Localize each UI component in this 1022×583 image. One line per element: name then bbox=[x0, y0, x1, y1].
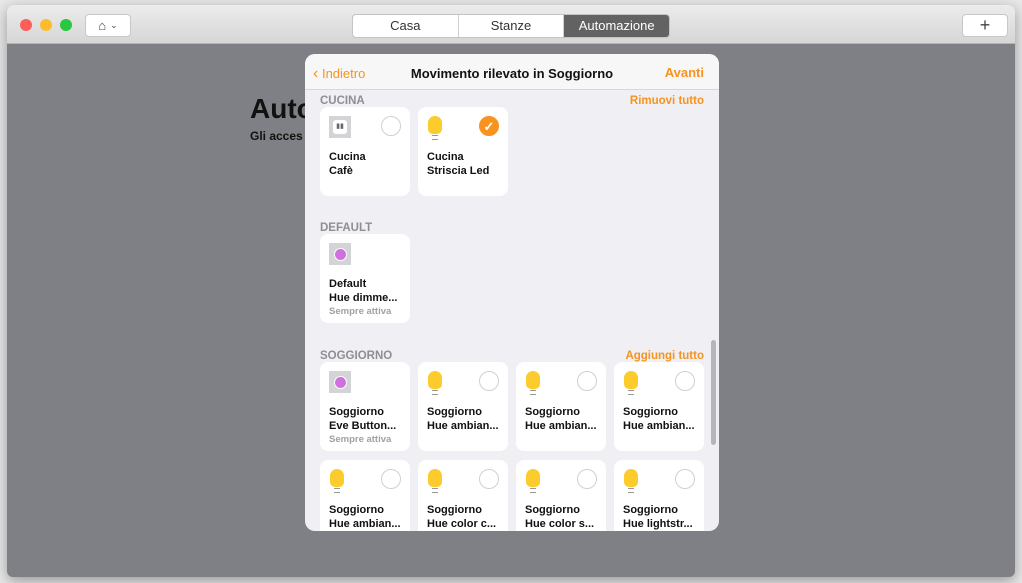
tile-name: Striscia Led bbox=[427, 165, 490, 177]
checkmark-empty-icon[interactable] bbox=[577, 371, 597, 391]
tile-room: Default bbox=[329, 278, 367, 290]
tile-room: Cucina bbox=[427, 151, 464, 163]
tile-name: Hue ambian... bbox=[525, 420, 597, 432]
section-label: SOGGIORNO bbox=[320, 350, 393, 362]
bulb-icon bbox=[329, 469, 353, 493]
accessory-tile[interactable]: Soggiorno Hue ambian... bbox=[614, 362, 704, 451]
bulb-icon bbox=[525, 469, 549, 493]
automation-dialog: ‹ Indietro Movimento rilevato in Soggior… bbox=[305, 54, 719, 531]
tab-casa[interactable]: Casa bbox=[353, 15, 459, 37]
dialog-header: ‹ Indietro Movimento rilevato in Soggior… bbox=[305, 54, 719, 90]
checkmark-empty-icon[interactable] bbox=[675, 469, 695, 489]
tab-automazione[interactable]: Automazione bbox=[564, 15, 669, 37]
checkmark-empty-icon[interactable] bbox=[381, 116, 401, 136]
tile-name: Hue color s... bbox=[525, 518, 595, 530]
checkmark-empty-icon[interactable] bbox=[675, 371, 695, 391]
accessory-tile[interactable]: Soggiorno Hue ambian... bbox=[418, 362, 508, 451]
home-app-window: ⌂ ⌄ Casa Stanze Automazione + Auto Gli ac… bbox=[7, 5, 1015, 577]
tile-name: Cafè bbox=[329, 165, 353, 177]
bulb-icon bbox=[427, 371, 451, 395]
chevron-down-icon: ⌄ bbox=[110, 20, 118, 30]
checkmark-selected-icon[interactable]: ✓ bbox=[479, 116, 499, 136]
tab-control: Casa Stanze Automazione bbox=[352, 14, 670, 38]
tile-room: Soggiorno bbox=[525, 504, 580, 516]
home-menu-button[interactable]: ⌂ ⌄ bbox=[85, 14, 131, 37]
tile-name: Hue dimme... bbox=[329, 292, 398, 304]
page-subtitle: Gli acces bbox=[250, 129, 303, 143]
accessory-tile[interactable]: Soggiorno Hue lightstr... bbox=[614, 460, 704, 531]
tile-name: Hue ambian... bbox=[427, 420, 499, 432]
bulb-icon bbox=[623, 371, 647, 395]
scrollbar[interactable] bbox=[711, 340, 716, 445]
section-label: DEFAULT bbox=[320, 222, 373, 234]
close-button[interactable] bbox=[20, 19, 32, 31]
accessory-tile[interactable]: ✓ Cucina Striscia Led bbox=[418, 107, 508, 196]
tile-room: Soggiorno bbox=[427, 406, 482, 418]
checkmark-empty-icon[interactable] bbox=[577, 469, 597, 489]
tile-room: Soggiorno bbox=[525, 406, 580, 418]
bulb-icon bbox=[525, 371, 549, 395]
accessory-tile[interactable]: ▮▮ Cucina Cafè bbox=[320, 107, 410, 196]
tile-name: Eve Button... bbox=[329, 420, 397, 432]
section-label: CUCINA bbox=[320, 95, 365, 107]
tile-room: Soggiorno bbox=[623, 504, 678, 516]
accessory-tile[interactable]: Default Hue dimme... Sempre attiva bbox=[320, 234, 410, 323]
checkmark-empty-icon[interactable] bbox=[381, 469, 401, 489]
checkmark-empty-icon[interactable] bbox=[479, 469, 499, 489]
tile-room: Cucina bbox=[329, 151, 366, 163]
tile-status: Sempre attiva bbox=[329, 434, 392, 445]
tile-status: Sempre attiva bbox=[329, 306, 392, 317]
accessory-tile[interactable]: Soggiorno Hue ambian... bbox=[320, 460, 410, 531]
bulb-icon bbox=[427, 469, 451, 493]
tab-stanze[interactable]: Stanze bbox=[459, 15, 565, 37]
accessory-tile[interactable]: Soggiorno Hue color c... bbox=[418, 460, 508, 531]
next-button[interactable]: Avanti bbox=[665, 65, 704, 80]
tile-room: Soggiorno bbox=[623, 406, 678, 418]
add-button[interactable]: + bbox=[962, 14, 1008, 37]
tile-name: Hue ambian... bbox=[623, 420, 695, 432]
tile-room: Soggiorno bbox=[329, 504, 384, 516]
section-action-button[interactable]: Aggiungi tutto bbox=[625, 350, 704, 362]
tile-room: Soggiorno bbox=[427, 504, 482, 516]
outlet-icon: ▮▮ bbox=[329, 116, 353, 140]
tile-name: Hue color c... bbox=[427, 518, 497, 530]
accessory-tile[interactable]: Soggiorno Hue color s... bbox=[516, 460, 606, 531]
tile-room: Soggiorno bbox=[329, 406, 384, 418]
tile-name: Hue ambian... bbox=[329, 518, 401, 530]
dialog-title: Movimento rilevato in Soggiorno bbox=[410, 66, 614, 81]
section-action-button[interactable]: Rimuovi tutto bbox=[630, 95, 704, 107]
home-icon: ⌂ bbox=[98, 18, 107, 33]
accessory-list[interactable]: CUCINA Rimuovi tutto ▮▮ Cucina Cafè ✓ Cucina St… bbox=[305, 90, 719, 531]
tile-name: Hue lightstr... bbox=[623, 518, 693, 530]
accessory-tile[interactable]: Soggiorno Eve Button... Sempre attiva bbox=[320, 362, 410, 451]
button-icon bbox=[329, 371, 353, 395]
button-icon bbox=[329, 243, 353, 267]
bulb-icon bbox=[427, 116, 451, 140]
bulb-icon bbox=[623, 469, 647, 493]
accessory-tile[interactable]: Soggiorno Hue ambian... bbox=[516, 362, 606, 451]
zoom-button[interactable] bbox=[60, 19, 72, 31]
title-bar: ⌂ ⌄ Casa Stanze Automazione + bbox=[7, 5, 1015, 44]
checkmark-empty-icon[interactable] bbox=[479, 371, 499, 391]
minimize-button[interactable] bbox=[40, 19, 52, 31]
